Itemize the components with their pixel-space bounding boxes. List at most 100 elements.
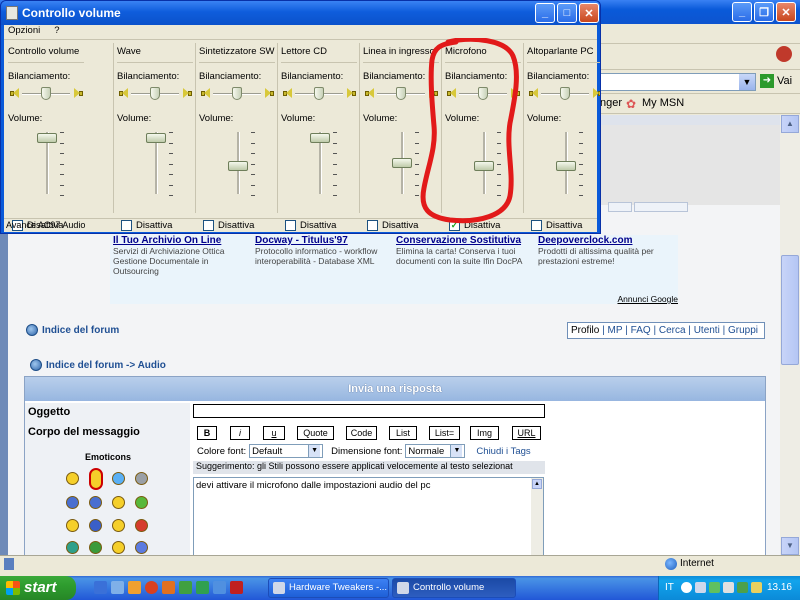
tray-icon[interactable] <box>709 582 720 593</box>
language-indicator[interactable]: IT <box>665 582 674 593</box>
balance-thumb[interactable] <box>560 87 570 100</box>
task-browser[interactable]: Hardware Tweakers -... <box>268 578 389 598</box>
smiley-icon[interactable] <box>135 496 148 509</box>
volume-thumb[interactable] <box>37 133 57 144</box>
balance-thumb[interactable] <box>314 87 324 100</box>
close-button[interactable]: ✕ <box>579 3 599 23</box>
smiley-icon[interactable] <box>112 472 125 485</box>
nav-cerca[interactable]: Cerca <box>659 325 686 336</box>
ad-item[interactable]: Il Tuo Archivio On Line Servizi di Archi… <box>113 235 253 276</box>
chevron-down-icon[interactable]: ▼ <box>739 74 755 90</box>
scroll-thumb[interactable] <box>781 255 799 365</box>
go-arrow-icon[interactable]: ➜ <box>760 74 774 88</box>
nav-gruppi[interactable]: Gruppi <box>728 325 758 336</box>
volume-thumb[interactable] <box>474 161 494 171</box>
volume-titlebar[interactable]: Controllo volume _ □ ✕ <box>1 1 600 25</box>
my-msn-link[interactable]: My MSN <box>642 97 684 109</box>
scroll-up-button[interactable]: ▲ <box>532 479 542 489</box>
img-button[interactable]: Img <box>470 426 499 440</box>
font-color-select[interactable]: Default ▼ <box>249 444 324 458</box>
smiley-icon[interactable] <box>89 541 102 554</box>
subject-input[interactable] <box>193 404 545 418</box>
maximize-button[interactable]: ❐ <box>754 2 774 22</box>
smiley-icon[interactable] <box>112 496 125 509</box>
balance-slider[interactable] <box>445 87 521 101</box>
tab-1[interactable] <box>608 202 632 212</box>
tray-icon[interactable] <box>723 582 734 593</box>
balance-slider[interactable] <box>8 87 84 101</box>
scroll-down-button[interactable]: ▼ <box>781 537 799 555</box>
quote-button[interactable]: Quote <box>297 426 334 440</box>
app-icon[interactable] <box>196 581 209 594</box>
menu-opzioni[interactable]: Opzioni <box>8 25 40 36</box>
ads-footer-link[interactable]: Annunci Google <box>618 294 679 304</box>
url-button[interactable]: URL <box>512 426 541 440</box>
bold-button[interactable]: B <box>197 426 217 440</box>
smiley-icon[interactable] <box>112 519 125 532</box>
balance-thumb[interactable] <box>41 87 51 100</box>
textarea-scrollbar[interactable]: ▲ <box>531 478 543 555</box>
message-textarea[interactable]: devi attivare il microfono dalle imposta… <box>193 477 544 555</box>
volume-thumb[interactable] <box>392 157 412 168</box>
app-icon[interactable] <box>230 581 243 594</box>
smiley-icon[interactable] <box>89 519 102 532</box>
page-scrollbar[interactable]: ▲ ▼ <box>780 115 800 555</box>
messenger-link[interactable]: nger <box>600 97 622 109</box>
maximize-button[interactable]: □ <box>557 3 577 23</box>
tab-2[interactable] <box>634 202 688 212</box>
go-button[interactable]: Vai <box>777 75 792 87</box>
address-input[interactable]: ▼ <box>600 73 756 91</box>
close-button[interactable]: ✕ <box>776 2 796 22</box>
ad-item[interactable]: Docway - Titulus'97 Protocollo informati… <box>255 235 395 266</box>
start-button[interactable]: start <box>0 576 76 600</box>
volume-thumb[interactable] <box>228 161 248 171</box>
tray-icon[interactable] <box>681 582 692 593</box>
balance-slider[interactable] <box>117 87 193 101</box>
tray-icon[interactable] <box>695 582 706 593</box>
balance-thumb[interactable] <box>232 87 242 100</box>
ordered-list-button[interactable]: List= <box>429 426 460 440</box>
volume-thumb[interactable] <box>310 133 330 144</box>
smiley-icon[interactable] <box>135 541 148 554</box>
ad-item[interactable]: Deepoverclock.com Prodotti di altissima … <box>538 235 678 266</box>
breadcrumb[interactable]: Indice del forum -> Audio <box>30 359 166 371</box>
menu-help[interactable]: ? <box>54 25 59 36</box>
nav-mp[interactable]: MP <box>608 325 623 336</box>
smiley-icon[interactable] <box>66 519 79 532</box>
smiley-icon[interactable] <box>135 519 148 532</box>
smiley-icon[interactable] <box>66 472 79 485</box>
smiley-icon[interactable] <box>66 541 79 554</box>
balance-slider[interactable] <box>527 87 600 101</box>
nav-utenti[interactable]: Utenti <box>694 325 720 336</box>
task-volume[interactable]: Controllo volume <box>392 578 516 598</box>
balance-thumb[interactable] <box>478 87 488 100</box>
font-size-select[interactable]: Normale ▼ <box>405 444 466 458</box>
balance-slider[interactable] <box>199 87 275 101</box>
desktop-icon[interactable] <box>111 581 124 594</box>
list-button[interactable]: List <box>389 426 417 440</box>
smiley-icon[interactable] <box>89 468 103 490</box>
app-icon[interactable] <box>213 581 226 594</box>
balance-slider[interactable] <box>363 87 439 101</box>
smiley-icon[interactable] <box>135 472 148 485</box>
ad-item[interactable]: Conservazione Sostitutiva Elimina la car… <box>396 235 536 266</box>
italic-button[interactable]: i <box>230 426 250 440</box>
balance-thumb[interactable] <box>150 87 160 100</box>
app-icon[interactable] <box>179 581 192 594</box>
smiley-icon[interactable] <box>89 496 102 509</box>
balance-thumb[interactable] <box>396 87 406 100</box>
code-button[interactable]: Code <box>346 426 377 440</box>
smiley-icon[interactable] <box>112 541 125 554</box>
minimize-button[interactable]: _ <box>535 3 555 23</box>
minimize-button[interactable]: _ <box>732 2 752 22</box>
volume-tray-icon[interactable] <box>751 582 762 593</box>
msn-butterfly-icon[interactable] <box>776 46 792 62</box>
volume-thumb[interactable] <box>146 133 166 144</box>
balance-slider[interactable] <box>281 87 357 101</box>
nav-faq[interactable]: FAQ <box>631 325 651 336</box>
nav-profilo[interactable]: Profilo <box>571 325 599 336</box>
close-tags-link[interactable]: Chiudi i Tags <box>476 446 530 457</box>
forum-index-link[interactable]: Indice del forum <box>26 324 119 336</box>
firefox-icon[interactable] <box>145 581 158 594</box>
tray-icon[interactable] <box>737 582 748 593</box>
